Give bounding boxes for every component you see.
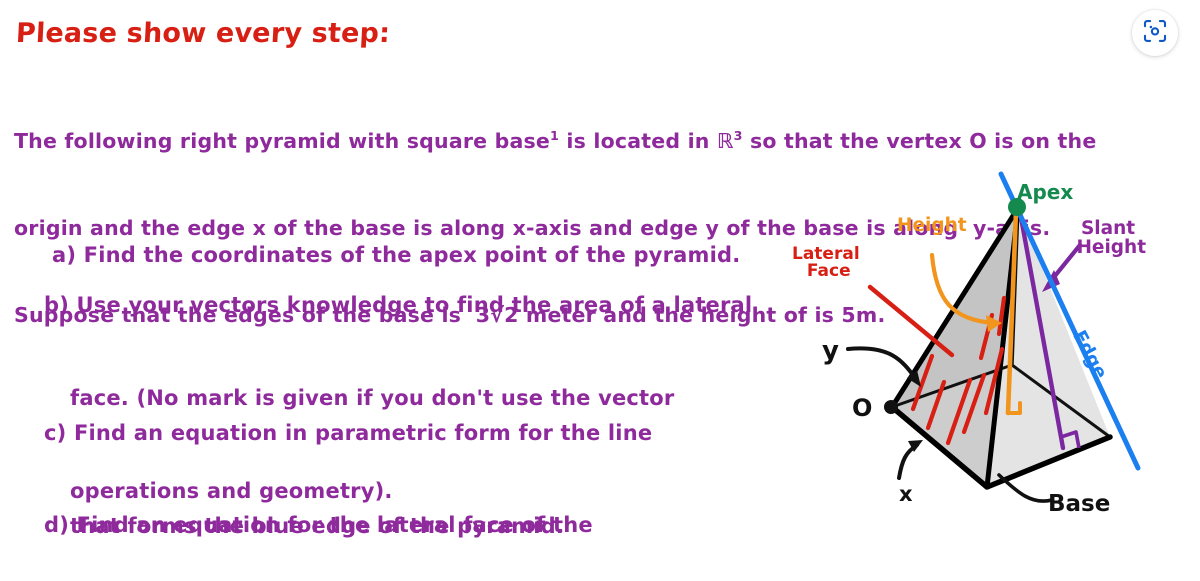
lateral-face-pointer	[867, 284, 955, 358]
page-title: Please show every step:	[15, 18, 391, 49]
exponent-3: 3	[733, 128, 743, 143]
scan-icon	[1142, 18, 1168, 48]
label-origin: O	[852, 394, 873, 422]
footnote-marker-1: 1	[550, 128, 560, 143]
label-slant-height: Slant Height	[1076, 218, 1147, 258]
label-base: Base	[1048, 491, 1111, 517]
question-d: d) Find an equation for the lateral face…	[44, 448, 834, 581]
whiteboard-page: Please show every step: The following ri…	[0, 0, 1200, 581]
label-lateral-face: Lateral Face	[792, 244, 860, 282]
intro-line-1: The following right pyramid with square …	[14, 121, 1174, 156]
intro-line-1-a: The following right pyramid with square …	[14, 128, 551, 153]
origin-point	[884, 400, 898, 414]
question-b-line-1: b) Use your vectors knowledge to find th…	[44, 293, 753, 317]
y-axis-arrow-curve	[846, 346, 918, 381]
label-axis-y: y	[822, 336, 839, 366]
intro-line-1-b: is located in ℝ	[559, 128, 734, 153]
question-c-line-1: c) Find an equation in parametric form f…	[44, 421, 653, 445]
pyramid-diagram: Apex Height Slant Height Lateral Face Ed…	[780, 160, 1200, 560]
intro-line-1-c: so that the vertex O is on the	[742, 128, 1097, 153]
scan-document-button[interactable]	[1132, 10, 1178, 56]
question-d-line-1: d) Find an equation for the lateral face…	[44, 513, 593, 537]
label-axis-x: x	[899, 482, 913, 506]
label-apex: Apex	[1017, 180, 1074, 204]
label-height: Height	[897, 215, 967, 236]
